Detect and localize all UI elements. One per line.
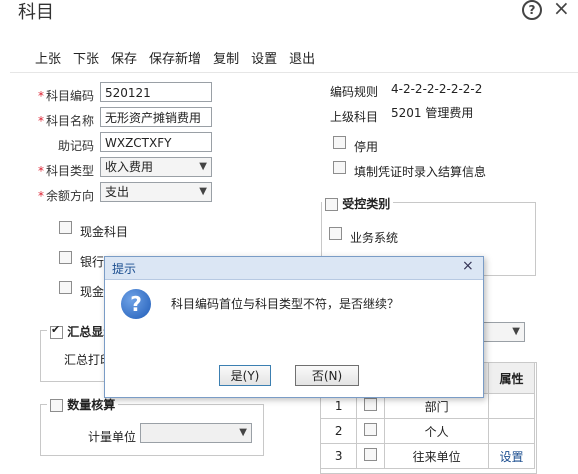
name-label: * 科目名称 xyxy=(37,114,94,128)
dialog-title: 提示 xyxy=(112,262,137,276)
save-new-button[interactable]: 保存新增 xyxy=(149,48,201,67)
table-row[interactable]: 2 个人 xyxy=(321,418,535,444)
row-checkbox[interactable] xyxy=(364,448,378,461)
row-name: 往来单位 xyxy=(384,443,490,469)
unit-select[interactable]: ▼ xyxy=(140,423,252,443)
quantity-group-title: 数量核算 xyxy=(47,396,119,413)
bank-label: 银行 xyxy=(80,255,105,269)
parent-value: 5201 管理费用 xyxy=(391,106,474,120)
attr-header: 属性 xyxy=(488,363,535,394)
bank-checkbox[interactable] xyxy=(59,251,72,264)
yes-button[interactable]: 是(Y) xyxy=(219,365,271,386)
settle-checkbox[interactable] xyxy=(333,161,346,174)
unit-label: 计量单位 xyxy=(88,430,137,444)
name-input[interactable]: 无形资产摊销费用 xyxy=(100,107,212,127)
dialog-message: 科目编码首位与科目类型不符，是否继续？ xyxy=(171,297,400,311)
no-button[interactable]: 否(N) xyxy=(295,365,359,386)
summary-checkbox[interactable]: ✔ xyxy=(50,323,63,339)
business-label: 业务系统 xyxy=(350,231,399,245)
settle-label: 填制凭证时录入结算信息 xyxy=(354,165,487,179)
exit-button[interactable]: 退出 xyxy=(289,48,315,67)
cash2-checkbox[interactable] xyxy=(59,281,72,294)
chevron-down-icon: ▼ xyxy=(199,186,207,197)
row-number: 3 xyxy=(321,443,358,469)
row-number: 2 xyxy=(321,418,358,444)
row-attr-link[interactable]: 设置 xyxy=(488,443,535,469)
close-icon[interactable]: × xyxy=(553,0,570,20)
cash2-label: 现金 xyxy=(80,285,105,299)
toolbar: 上张 下张 保存 保存新增 复制 设置 退出 xyxy=(35,48,327,67)
dialog-header xyxy=(105,257,483,280)
balance-select-value: 支出 xyxy=(105,185,130,199)
row-checkbox[interactable] xyxy=(364,423,378,436)
cash-label: 现金科目 xyxy=(80,225,129,239)
type-select[interactable]: 收入费用 ▼ xyxy=(100,157,212,177)
disabled-checkbox[interactable] xyxy=(333,136,346,149)
cash-checkbox[interactable] xyxy=(59,221,72,234)
quantity-checkbox[interactable] xyxy=(50,399,63,412)
row-attr xyxy=(488,393,535,419)
dialog-close-icon[interactable]: × xyxy=(462,258,474,274)
row-attr xyxy=(488,418,535,444)
toolbar-divider xyxy=(10,72,578,73)
business-checkbox[interactable] xyxy=(329,227,342,240)
control-checkbox[interactable] xyxy=(325,198,338,211)
type-label: * 科目类型 xyxy=(37,164,94,178)
copy-button[interactable]: 复制 xyxy=(213,48,239,67)
question-icon: ? xyxy=(121,289,151,319)
next-button[interactable]: 下张 xyxy=(73,48,99,67)
save-button[interactable]: 保存 xyxy=(111,48,137,67)
settings-button[interactable]: 设置 xyxy=(251,48,277,67)
code-input[interactable]: 520121 xyxy=(100,82,212,102)
balance-label: * 余额方向 xyxy=(37,189,94,203)
help-icon[interactable]: ? xyxy=(522,0,542,20)
code-label: * 科目编码 xyxy=(37,89,94,103)
table-row[interactable]: 3 往来单位 设置 xyxy=(321,443,535,469)
disabled-label: 停用 xyxy=(354,140,379,154)
parent-label: 上级科目 xyxy=(330,110,379,124)
row-name: 个人 xyxy=(384,418,490,444)
chevron-down-icon: ▼ xyxy=(512,326,520,337)
window-title: 科目 xyxy=(18,2,54,23)
row-checkbox[interactable] xyxy=(364,398,378,411)
mnemonic-input[interactable]: WXZCTXFY xyxy=(100,132,212,152)
prompt-dialog: 提示 × ? 科目编码首位与科目类型不符，是否继续？ 是(Y) 否(N) xyxy=(104,256,484,398)
prev-button[interactable]: 上张 xyxy=(35,48,61,67)
mnemonic-label: 助记码 xyxy=(57,139,94,153)
rule-value: 4-2-2-2-2-2-2-2 xyxy=(391,82,483,96)
balance-select[interactable]: 支出 ▼ xyxy=(100,182,212,202)
control-group-title: 受控类别 xyxy=(322,195,394,212)
chevron-down-icon: ▼ xyxy=(239,427,247,438)
type-select-value: 收入费用 xyxy=(105,160,154,174)
chevron-down-icon: ▼ xyxy=(199,161,207,172)
rule-label: 编码规则 xyxy=(330,85,379,99)
